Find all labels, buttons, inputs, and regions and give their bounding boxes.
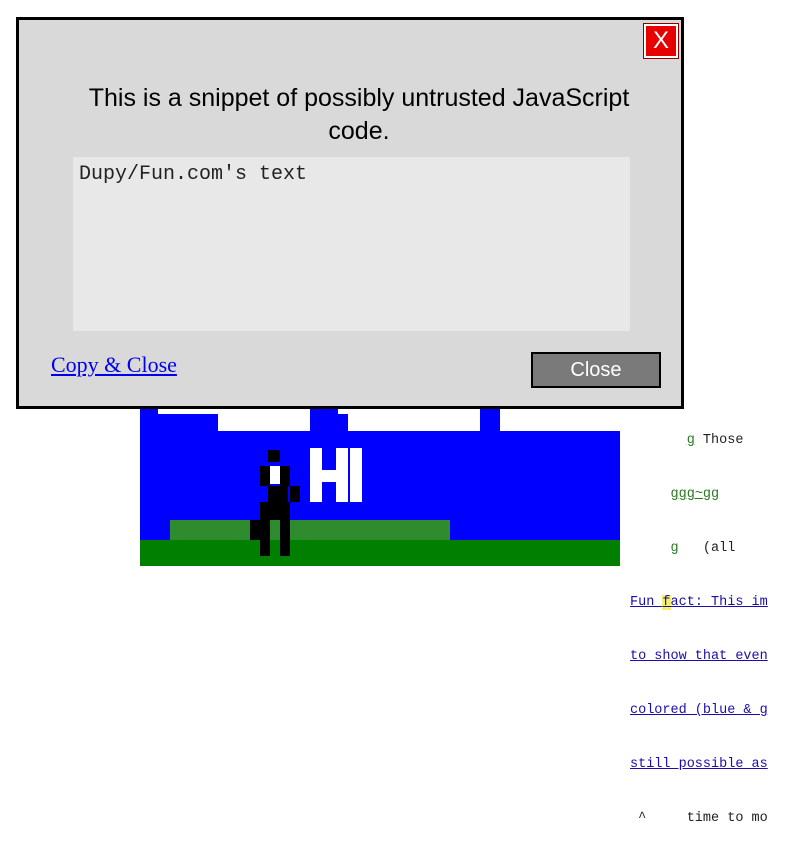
figure-body-left bbox=[260, 466, 270, 486]
figure-hip bbox=[260, 502, 290, 520]
link-g[interactable]: g bbox=[687, 433, 695, 448]
figure-arm bbox=[290, 486, 300, 502]
sign-h-mid bbox=[322, 470, 336, 482]
side-line: ggg~gg bbox=[630, 486, 800, 504]
copy-and-close-link[interactable]: Copy & Close bbox=[51, 352, 177, 378]
link-ggg[interactable]: ggg~gg bbox=[671, 487, 720, 502]
cloud bbox=[500, 414, 620, 431]
fun-fact-link[interactable]: Fun fact: This im bbox=[630, 594, 800, 612]
modal-title: This is a snippet of possibly untrusted … bbox=[88, 84, 630, 145]
sign-h-right bbox=[336, 448, 348, 502]
side-text-block: g Those ggg~gg g (all Fun fact: This im … bbox=[630, 396, 800, 846]
figure-leg-right bbox=[280, 520, 290, 540]
side-line: ^ time to mo bbox=[630, 811, 768, 826]
sign-h-left bbox=[310, 448, 322, 502]
figure-leg-left bbox=[250, 520, 270, 540]
figure-body-right bbox=[280, 466, 290, 486]
figure-torso bbox=[268, 486, 288, 502]
fun-fact-link-4[interactable]: still possible as bbox=[630, 756, 800, 774]
figure-foot-left bbox=[260, 540, 270, 556]
link-g[interactable]: g bbox=[671, 541, 679, 556]
untrusted-code-modal: X This is a snippet of possibly untruste… bbox=[16, 17, 684, 409]
figure-foot-right bbox=[280, 540, 290, 556]
side-line: g Those bbox=[686, 433, 744, 448]
side-line: g (all bbox=[670, 541, 736, 556]
close-button[interactable]: Close bbox=[531, 352, 661, 388]
figure-face bbox=[270, 466, 280, 484]
code-snippet-box[interactable]: Dupy/Fun.com's text bbox=[73, 157, 630, 331]
fun-fact-link-2[interactable]: to show that even bbox=[630, 648, 800, 666]
fun-fact-link-3[interactable]: colored (blue & g bbox=[630, 702, 800, 720]
grass-ground bbox=[140, 540, 620, 566]
close-icon[interactable]: X bbox=[643, 23, 679, 59]
figure-head bbox=[268, 450, 280, 462]
sign-i bbox=[350, 448, 362, 502]
